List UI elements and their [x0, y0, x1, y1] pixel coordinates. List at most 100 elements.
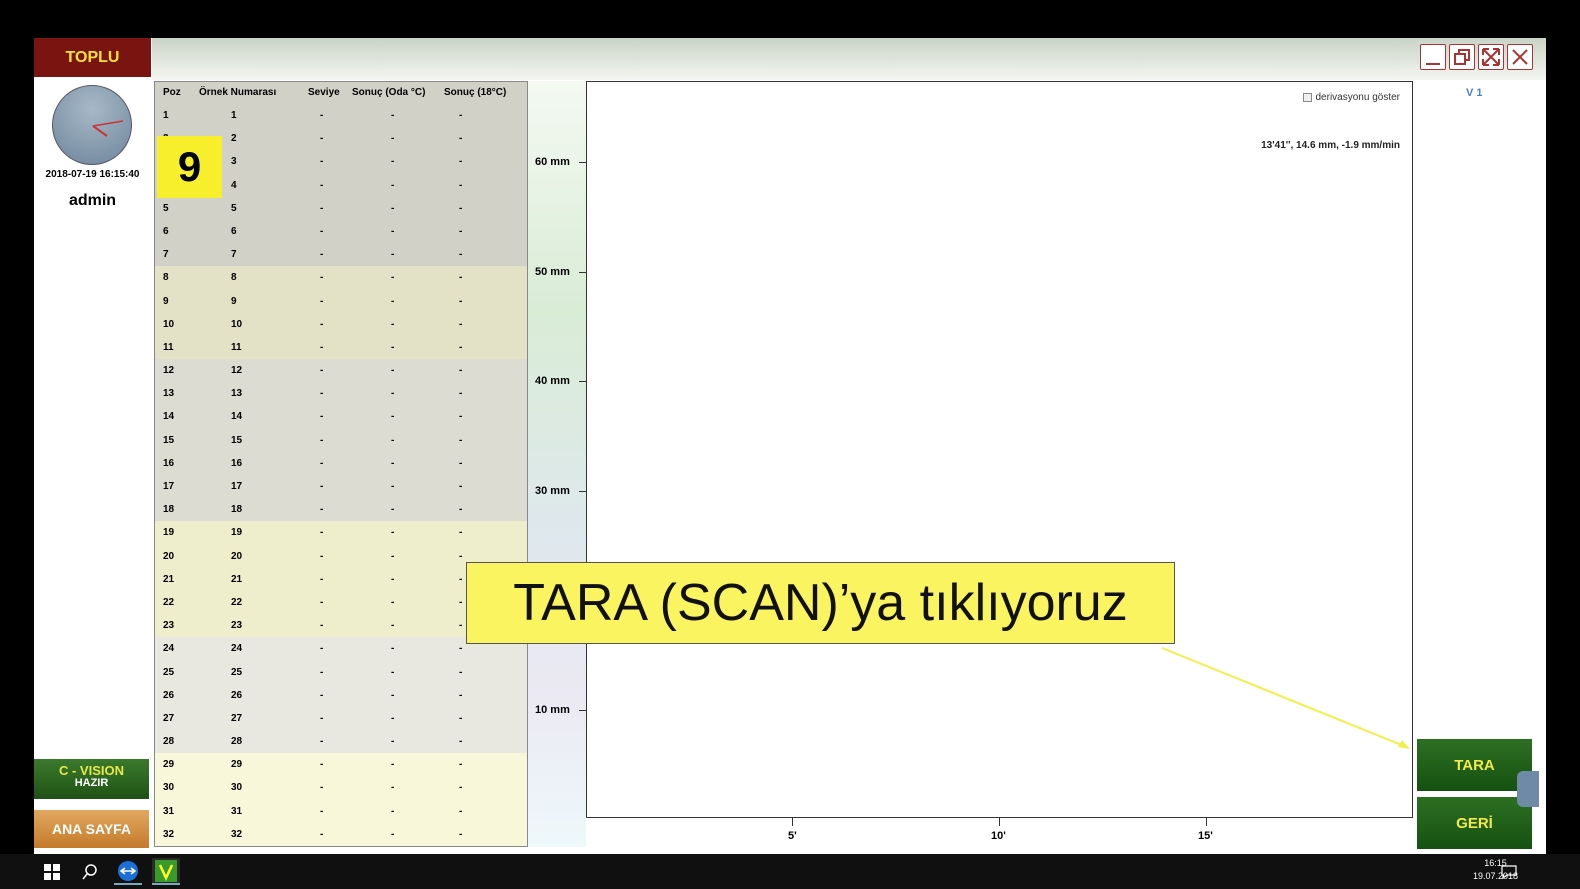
y-tick-mark [579, 272, 586, 273]
table-row[interactable]: 31 31 - - - [155, 799, 527, 823]
row-result-room: - [391, 712, 395, 724]
table-row[interactable]: 9 9 - - - [155, 289, 527, 313]
row-level: - [320, 434, 324, 446]
back-button[interactable]: GERİ [1417, 797, 1532, 849]
restore-button[interactable] [1449, 44, 1475, 70]
row-sample-number: 17 [231, 481, 243, 492]
row-result-18: - [459, 225, 463, 237]
row-result-18: - [459, 782, 463, 794]
row-sample-number: 8 [231, 272, 237, 284]
minimize-button[interactable] [1420, 44, 1446, 70]
y-tick-mark [579, 491, 586, 492]
row-sample-number: 31 [231, 805, 243, 817]
x-tick-label: 15' [1198, 830, 1213, 842]
close-button[interactable] [1507, 44, 1533, 70]
start-button[interactable] [38, 858, 66, 885]
row-level: - [320, 341, 324, 353]
row-position: 24 [163, 643, 175, 655]
row-result-18: - [459, 202, 463, 214]
notification-button[interactable] [1495, 858, 1523, 885]
row-result-room: - [391, 481, 395, 492]
table-row[interactable]: 30 30 - - - [155, 776, 527, 800]
table-row[interactable]: 19 19 - - - [155, 521, 527, 545]
y-tick-label: 50 mm [535, 266, 570, 278]
row-level: - [320, 249, 324, 261]
row-position: 30 [163, 782, 175, 794]
user-name: admin [68, 192, 117, 209]
row-sample-number: 19 [231, 527, 243, 539]
row-result-18: - [459, 596, 463, 608]
row-level: - [320, 759, 324, 771]
home-button[interactable]: ANA SAYFA [34, 810, 149, 848]
table-row[interactable]: 29 29 - - - [155, 753, 527, 777]
row-sample-number: 2 [231, 133, 237, 145]
table-row[interactable]: 14 14 - - - [155, 405, 527, 429]
row-position: 7 [163, 249, 169, 261]
row-result-room: - [391, 365, 395, 377]
remote-support-tab[interactable] [1517, 771, 1539, 807]
row-level: - [320, 202, 324, 214]
y-tick-mark [579, 162, 586, 163]
table-row[interactable]: 32 32 - - - [155, 822, 527, 846]
table-row[interactable]: 11 11 - - - [155, 335, 527, 360]
row-result-18: - [459, 156, 463, 168]
row-sample-number: 7 [231, 249, 237, 261]
row-level: - [320, 133, 324, 145]
table-row[interactable]: 8 8 - - - [155, 266, 527, 290]
table-row[interactable]: 6 6 - - - [155, 219, 527, 244]
row-position: 13 [163, 388, 175, 400]
table-row[interactable]: 12 12 - - - [155, 359, 527, 383]
table-row[interactable]: 26 26 - - - [155, 683, 527, 707]
derivative-toggle[interactable]: derivasyonu göster [1302, 92, 1400, 103]
row-level: - [320, 666, 324, 678]
table-row[interactable]: 18 18 - - - [155, 498, 527, 522]
table-row[interactable]: 13 13 - - - [155, 382, 527, 406]
table-row[interactable]: 5 5 - - - [155, 196, 527, 220]
row-result-18: - [459, 179, 463, 191]
row-result-18: - [459, 295, 463, 307]
row-position: 5 [163, 202, 169, 214]
table-row[interactable]: 10 10 - - - [155, 312, 527, 336]
table-row[interactable]: 27 27 - - - [155, 706, 527, 731]
table-row[interactable]: 25 25 - - - [155, 660, 527, 684]
table-row[interactable]: 7 7 - - - [155, 243, 527, 267]
table-row[interactable]: 28 28 - - - [155, 730, 527, 754]
header-poz: Poz [163, 87, 181, 98]
row-level: - [320, 828, 324, 840]
row-position: 29 [163, 759, 175, 771]
row-level: - [320, 596, 324, 608]
header-level: Seviye [308, 87, 340, 98]
row-position: 18 [163, 504, 175, 516]
row-result-18: - [459, 388, 463, 400]
derivative-checkbox[interactable] [1302, 93, 1312, 102]
row-level: - [320, 457, 324, 469]
table-row[interactable]: 1 1 - - - [155, 104, 527, 128]
row-result-18: - [459, 411, 463, 423]
title-bar [152, 38, 1546, 80]
teamviewer-taskbar-item[interactable] [114, 858, 142, 885]
row-result-room: - [391, 156, 395, 168]
table-row[interactable]: 15 15 - - - [155, 428, 527, 452]
search-icon [82, 863, 97, 879]
cvision-status-button[interactable]: C - VISION HAZIR [34, 759, 149, 799]
row-result-room: - [391, 550, 395, 562]
row-result-room: - [391, 341, 395, 353]
app-taskbar-item[interactable] [152, 858, 180, 885]
row-level: - [320, 365, 324, 377]
row-sample-number: 5 [231, 202, 237, 214]
row-level: - [320, 504, 324, 516]
restore-icon [1454, 49, 1470, 65]
header-result-18: Sonuç (18°C) [444, 87, 507, 98]
row-position: 23 [163, 620, 175, 632]
fullscreen-button[interactable] [1478, 44, 1504, 70]
table-row[interactable]: 17 17 - - - [155, 475, 527, 499]
row-sample-number: 32 [231, 828, 243, 840]
application-window: TOPLU 2018-07-19 16:15:40 admin C - VISI… [34, 38, 1546, 854]
table-row[interactable]: 16 16 - - - [155, 451, 527, 475]
scan-button[interactable]: TARA [1417, 739, 1532, 791]
row-sample-number: 9 [231, 295, 237, 307]
search-button[interactable] [76, 858, 104, 885]
windows-icon [44, 863, 60, 880]
row-position: 27 [163, 712, 175, 724]
row-level: - [320, 110, 324, 121]
